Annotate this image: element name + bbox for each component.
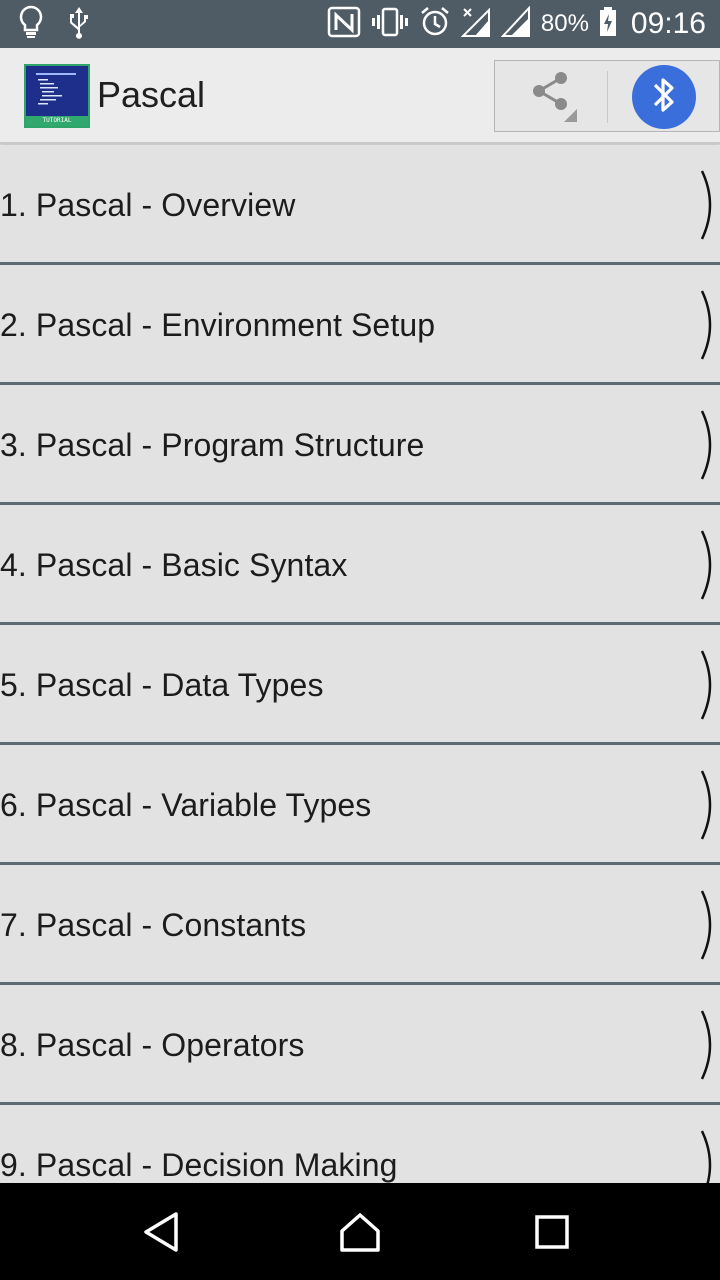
navigation-bar (0, 1183, 720, 1280)
chapter-list: 1. Pascal - Overview 2. Pascal - Environ… (0, 145, 720, 1183)
action-group (494, 60, 720, 132)
list-item-label: 1. Pascal - Overview (0, 187, 296, 223)
list-item[interactable]: 6. Pascal - Variable Types (0, 745, 720, 865)
list-item[interactable]: 3. Pascal - Program Structure (0, 385, 720, 505)
list-item[interactable]: 8. Pascal - Operators (0, 985, 720, 1105)
recents-icon (535, 1215, 569, 1249)
list-item[interactable]: 7. Pascal - Constants (0, 865, 720, 985)
logo-caption: TUTORIAL (26, 116, 88, 126)
list-item-label: 4. Pascal - Basic Syntax (0, 547, 348, 583)
list-item[interactable]: 5. Pascal - Data Types (0, 625, 720, 745)
recents-button[interactable] (527, 1207, 577, 1257)
nfc-icon (327, 6, 361, 43)
signal-no-data-icon (460, 6, 491, 43)
usb-icon (66, 5, 92, 44)
list-item-label: 2. Pascal - Environment Setup (0, 307, 436, 343)
chevron-right-icon (700, 1130, 712, 1183)
battery-charging-icon (599, 6, 617, 42)
chevron-right-icon (700, 170, 712, 240)
list-item[interactable]: 4. Pascal - Basic Syntax (0, 505, 720, 625)
list-item-label: 6. Pascal - Variable Types (0, 787, 372, 823)
back-button[interactable] (135, 1207, 185, 1257)
app-logo: TUTORIAL (24, 64, 90, 128)
share-button[interactable] (495, 61, 607, 131)
bluetooth-button[interactable] (632, 65, 696, 129)
list-item[interactable]: 1. Pascal - Overview (0, 145, 720, 265)
home-button[interactable] (335, 1207, 385, 1257)
list-item[interactable]: 2. Pascal - Environment Setup (0, 265, 720, 385)
signal-icon (500, 4, 531, 43)
back-icon (144, 1212, 178, 1252)
chevron-right-icon (700, 650, 712, 720)
chevron-right-icon (700, 890, 712, 960)
alarm-icon (419, 6, 451, 43)
action-divider (607, 71, 608, 123)
list-item-label: 5. Pascal - Data Types (0, 667, 324, 703)
list-item-label: 7. Pascal - Constants (0, 907, 307, 943)
chevron-right-icon (700, 770, 712, 840)
list-item-label: 3. Pascal - Program Structure (0, 427, 425, 463)
list-item-label: 9. Pascal - Decision Making (0, 1147, 398, 1183)
chevron-right-icon (700, 410, 712, 480)
home-icon (340, 1213, 380, 1252)
status-bar: 80% 09:16 (0, 0, 720, 48)
list-item-label: 8. Pascal - Operators (0, 1027, 305, 1063)
app-bar: TUTORIAL Pascal (0, 48, 720, 144)
list-item[interactable]: 9. Pascal - Decision Making (0, 1105, 720, 1183)
share-icon (521, 64, 581, 129)
clock: 09:16 (630, 7, 706, 40)
app-title: Pascal (97, 74, 206, 115)
chevron-right-icon (700, 530, 712, 600)
battery-percent: 80% (540, 10, 589, 37)
chevron-right-icon (700, 1010, 712, 1080)
lightbulb-icon (18, 5, 44, 44)
vibrate-icon (371, 7, 409, 42)
bluetooth-icon (649, 74, 679, 121)
chevron-right-icon (700, 290, 712, 360)
